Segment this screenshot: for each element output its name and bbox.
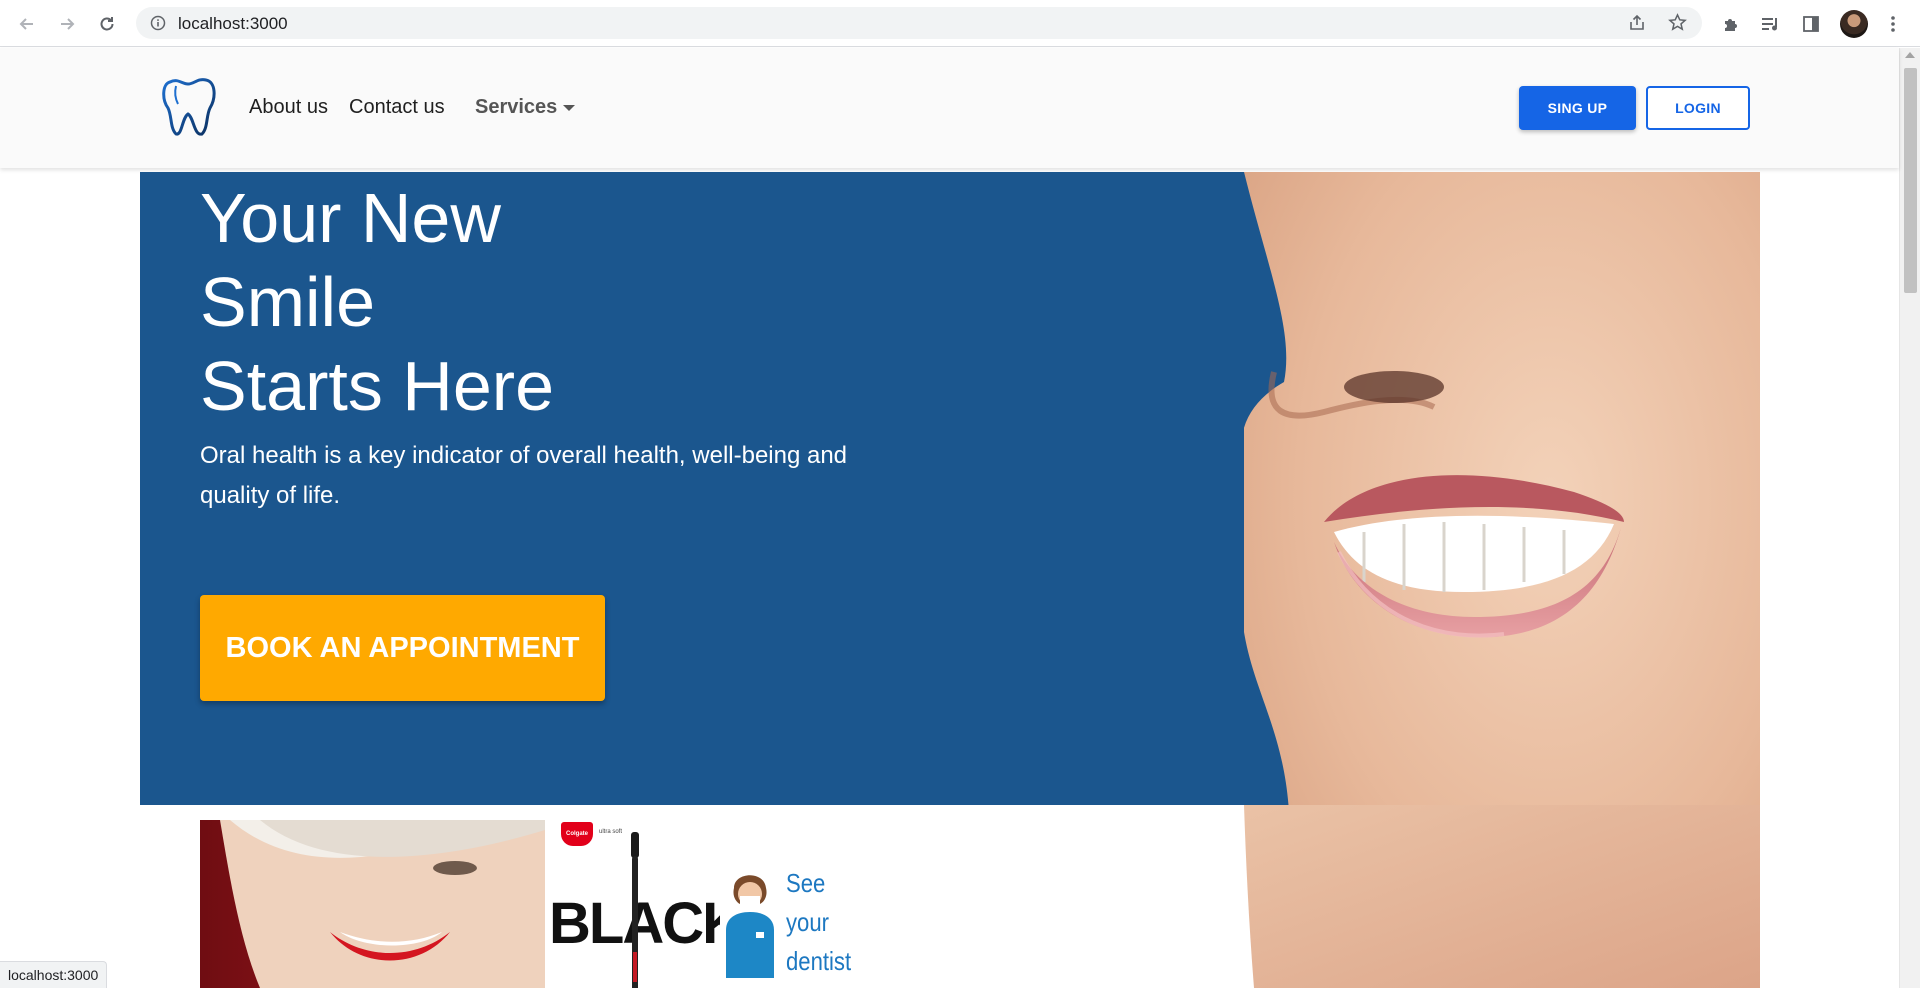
colgate-black-word: BLACK	[549, 891, 737, 956]
page-scrollbar[interactable]	[1899, 48, 1920, 988]
forward-icon[interactable]	[54, 11, 80, 37]
book-appointment-button[interactable]: BOOK AN APPOINTMENT	[200, 595, 605, 701]
dentist-figure-icon	[726, 875, 774, 978]
nav-services-dropdown[interactable]: Services	[475, 96, 576, 119]
nav-contact-us[interactable]: Contact us	[349, 96, 445, 119]
caret-down-icon	[563, 104, 576, 111]
login-button[interactable]: LOGIN	[1646, 86, 1750, 130]
face-photo-lower	[1244, 805, 1760, 988]
hero-title: Your New Smile Starts Here	[200, 176, 554, 428]
signup-button[interactable]: SING UP	[1519, 86, 1636, 130]
reload-icon[interactable]	[94, 11, 120, 37]
dentist-line-1: See your	[786, 868, 829, 937]
woman-smile-image	[200, 820, 545, 988]
browser-toolbar: localhost:3000	[0, 0, 1920, 47]
media-icon[interactable]	[1758, 11, 1784, 37]
hero-section: Your New Smile Starts Here Oral health i…	[140, 172, 1760, 805]
site-info-icon[interactable]	[150, 15, 166, 36]
share-icon[interactable]	[1628, 14, 1646, 37]
extensions-icon[interactable]	[1718, 11, 1744, 37]
profile-avatar[interactable]	[1840, 10, 1868, 38]
site-header: About us Contact us Services SING UP LOG…	[0, 48, 1899, 168]
bookmark-star-icon[interactable]	[1668, 13, 1687, 37]
banner-see-dentist[interactable]: See your dentist regularly	[720, 820, 880, 988]
nav-services-label: Services	[475, 96, 558, 118]
dentist-line-2: dentist	[786, 946, 852, 976]
smiling-face-photo	[1244, 172, 1760, 805]
toothbrush-image	[631, 832, 639, 988]
hero-title-line-3: Starts Here	[200, 347, 554, 425]
side-panel-icon[interactable]	[1798, 11, 1824, 37]
back-icon[interactable]	[14, 11, 40, 37]
banner-colgate-black[interactable]: Colgate ultra soft BLACK	[547, 820, 737, 988]
scrollbar-thumb[interactable]	[1904, 68, 1917, 293]
link-status-bubble: localhost:3000	[0, 961, 108, 988]
kebab-menu-icon[interactable]	[1880, 11, 1906, 37]
dentist-line-3: regularly	[786, 981, 871, 988]
hero-title-line-2: Smile	[200, 263, 376, 341]
banner-woman-smile[interactable]	[200, 820, 545, 988]
hero-subtitle: Oral health is a key indicator of overal…	[200, 442, 848, 509]
address-bar[interactable]: localhost:3000	[136, 7, 1702, 39]
url-text[interactable]: localhost:3000	[178, 14, 288, 34]
tooth-logo-icon[interactable]	[160, 74, 220, 138]
scroll-up-arrow-icon[interactable]	[1905, 52, 1915, 58]
colgate-tagline: ultra soft	[599, 829, 623, 835]
hero-title-line-1: Your New	[200, 179, 501, 257]
dentist-message: See your dentist regularly	[786, 864, 871, 988]
nav-about-us[interactable]: About us	[249, 96, 328, 119]
colgate-logo: Colgate	[561, 822, 593, 846]
